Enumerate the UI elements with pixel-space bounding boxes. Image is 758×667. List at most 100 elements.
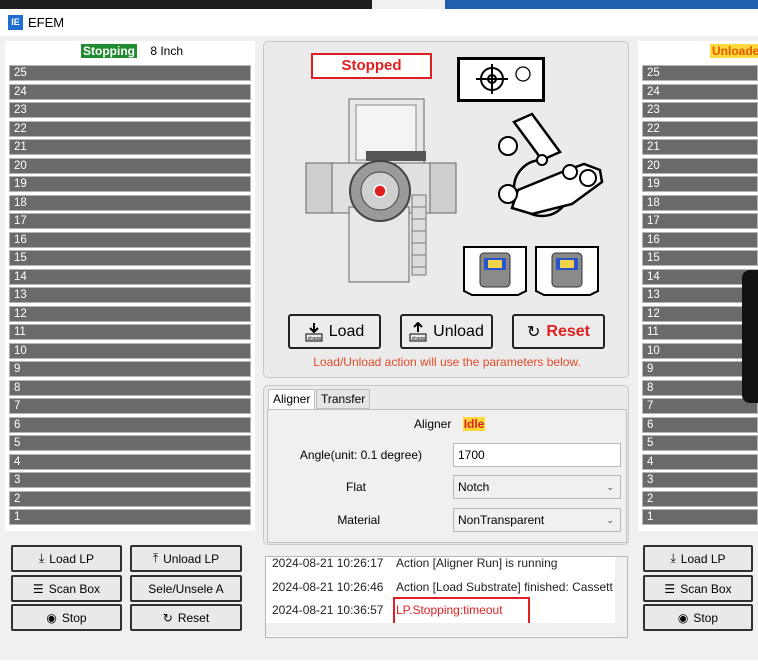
right-port-slot[interactable]: 2	[642, 490, 758, 507]
scan-box-button[interactable]: ☰ Scan Box	[11, 575, 122, 602]
left-port-slot[interactable]: 7	[9, 398, 251, 414]
robot-load-label: Load	[328, 322, 365, 340]
left-port-slot[interactable]: 23	[9, 102, 251, 118]
left-port-slot[interactable]: 25	[9, 65, 251, 81]
left-port-slot[interactable]: 24	[9, 83, 251, 100]
aligner-tab-panel: Aligner Transfer Aligner Idle Angle(unit…	[263, 385, 629, 545]
angle-input[interactable]: 1700	[453, 443, 621, 467]
left-port-slot[interactable]: 11	[9, 324, 251, 340]
right-port-slot[interactable]: 25	[642, 65, 758, 81]
left-port-slot[interactable]: 14	[9, 268, 251, 285]
material-label: Material	[337, 513, 380, 527]
right-load-lp-label: Load LP	[680, 551, 726, 566]
right-port-slot[interactable]: 14	[642, 268, 758, 285]
aligner-status-row: Aligner Idle	[414, 417, 486, 431]
right-port-slot[interactable]: 12	[642, 305, 758, 322]
right-scan-box-button[interactable]: ☰ Scan Box	[643, 575, 753, 602]
left-port-slot[interactable]: 22	[9, 120, 251, 137]
right-port-slot[interactable]: 17	[642, 213, 758, 229]
right-port-slot[interactable]: 4	[642, 453, 758, 470]
left-port-slot[interactable]: 9	[9, 361, 251, 377]
left-port-slot[interactable]: 12	[9, 305, 251, 322]
right-port-status: Unloade	[710, 44, 758, 58]
right-port-slot[interactable]: 18	[642, 194, 758, 211]
right-port-slot[interactable]: 23	[642, 102, 758, 118]
right-port-slot[interactable]: 9	[642, 361, 758, 377]
right-load-lp-button[interactable]: ⤓ Load LP	[643, 545, 753, 572]
list-icon: ☰	[32, 581, 44, 596]
svg-text:stage: stage	[412, 336, 426, 342]
side-toolbar-widget[interactable]	[742, 270, 758, 403]
tab-transfer[interactable]: Transfer	[316, 389, 371, 409]
right-port-slot[interactable]: 20	[642, 157, 758, 174]
right-port-slot[interactable]: 22	[642, 120, 758, 137]
robot-reset-button[interactable]: ↻ Reset	[512, 314, 605, 349]
reset-button[interactable]: ↻ Reset	[130, 604, 242, 631]
right-port-slot[interactable]: 3	[642, 472, 758, 488]
right-port-slot[interactable]: 15	[642, 250, 758, 266]
left-port-slot[interactable]: 6	[9, 416, 251, 433]
load-lp-icon: ⤓	[38, 551, 45, 565]
load-lp-label: Load LP	[49, 551, 95, 566]
right-port-slot[interactable]: 11	[642, 324, 758, 340]
left-port-slot[interactable]: 4	[9, 453, 251, 470]
tab-aligner[interactable]: Aligner	[268, 389, 316, 410]
log-entry: 2024-08-21 10:26:46 Action [Load Substrat…	[272, 580, 613, 594]
window-title: EFEM	[28, 15, 65, 30]
material-select[interactable]: NonTransparent ⌄	[453, 508, 621, 532]
left-port-slot[interactable]: 21	[9, 139, 251, 155]
left-port-slot[interactable]: 13	[9, 287, 251, 303]
log-vertical-scrollbar[interactable]	[615, 557, 627, 637]
flat-label: Flat	[345, 480, 366, 494]
left-port-slot[interactable]: 3	[9, 472, 251, 488]
right-port-slot[interactable]: 10	[642, 342, 758, 359]
left-port-slot[interactable]: 18	[9, 194, 251, 211]
right-port-slot[interactable]: 8	[642, 379, 758, 396]
chevron-down-icon: ⌄	[606, 482, 614, 492]
flat-select[interactable]: Notch ⌄	[453, 475, 621, 499]
svg-text:stage: stage	[307, 336, 321, 342]
stage-load-icon: stage	[305, 322, 323, 342]
unload-lp-button[interactable]: ⤒ Unload LP	[130, 545, 242, 572]
left-load-port-panel: Stopping 8 Inch 25 24 23 22 21 20 19 18 17 16 15 14…	[5, 41, 255, 531]
robot-unload-button[interactable]: stage Unload	[400, 314, 493, 349]
unload-lp-icon: ⤒	[152, 551, 159, 565]
log-time: 2024-08-21 10:26:46	[272, 580, 384, 594]
flat-select-value: Notch	[458, 480, 490, 494]
right-port-slot[interactable]: 1	[642, 509, 758, 525]
left-port-header: Stopping 8 Inch	[81, 44, 183, 58]
event-log[interactable]: 2024-08-21 10:26:17 Action [Aligner Run] …	[265, 556, 628, 638]
right-port-slot[interactable]: 16	[642, 231, 758, 248]
robot-load-button[interactable]: stage Load	[288, 314, 381, 349]
left-port-slot[interactable]: 16	[9, 231, 251, 248]
select-unselect-button[interactable]: Sele/Unsele A	[130, 575, 242, 602]
load-lp-icon: ⤓	[670, 551, 676, 565]
right-scan-box-label: Scan Box	[680, 581, 732, 596]
right-stop-button[interactable]: ◉ Stop	[643, 604, 753, 631]
left-port-slot[interactable]: 17	[9, 213, 251, 229]
left-port-slot[interactable]: 5	[9, 435, 251, 451]
stop-button[interactable]: ◉ Stop	[11, 604, 122, 631]
left-port-slot[interactable]: 1	[9, 509, 251, 525]
left-port-slot[interactable]: 19	[9, 176, 251, 192]
right-port-slot[interactable]: 5	[642, 435, 758, 451]
right-port-slot[interactable]: 24	[642, 83, 758, 100]
left-port-slot[interactable]: 15	[9, 250, 251, 266]
unload-lp-label: Unload LP	[163, 551, 220, 566]
crosshair-icon	[476, 64, 531, 94]
right-port-slot[interactable]: 19	[642, 176, 758, 192]
load-lp-button[interactable]: ⤓ Load LP	[11, 545, 122, 572]
select-unselect-label: Sele/Unsele A	[148, 581, 224, 596]
left-port-slot[interactable]: 10	[9, 342, 251, 359]
right-port-slot[interactable]: 21	[642, 139, 758, 155]
log-time: 2024-08-21 10:36:57	[272, 603, 384, 617]
right-port-slot[interactable]: 6	[642, 416, 758, 433]
robot-unload-label: Unload	[433, 322, 484, 340]
right-port-slot[interactable]: 7	[642, 398, 758, 414]
log-horizontal-scrollbar[interactable]	[266, 623, 615, 636]
robot-reset-label: Reset	[546, 322, 590, 340]
left-port-slot[interactable]: 2	[9, 490, 251, 507]
right-port-slot[interactable]: 13	[642, 287, 758, 303]
left-port-slot[interactable]: 8	[9, 379, 251, 396]
left-port-slot[interactable]: 20	[9, 157, 251, 174]
